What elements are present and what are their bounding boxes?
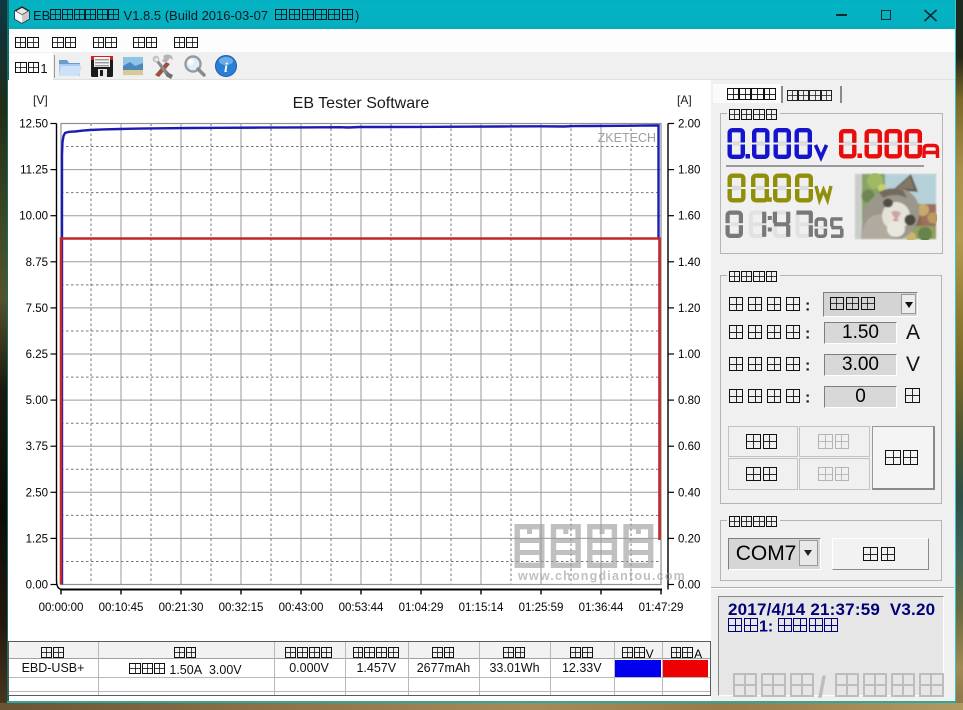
- svg-text:i: i: [224, 61, 228, 76]
- svg-text:01:04:29: 01:04:29: [399, 602, 444, 614]
- svg-text:EB Tester Software: EB Tester Software: [293, 95, 430, 112]
- svg-text:01:47:29: 01:47:29: [639, 602, 684, 614]
- svg-text:[A]: [A]: [677, 93, 692, 107]
- svg-text:7.50: 7.50: [26, 303, 48, 315]
- svg-text:01:36:44: 01:36:44: [579, 602, 624, 614]
- svg-text:6.25: 6.25: [26, 349, 48, 361]
- svg-text:0.60: 0.60: [678, 441, 700, 453]
- svg-text:0.40: 0.40: [678, 487, 700, 499]
- svg-text:01:25:59: 01:25:59: [519, 602, 564, 614]
- svg-text:01:15:14: 01:15:14: [459, 602, 504, 614]
- svg-text:1.60: 1.60: [678, 211, 700, 223]
- svg-text:1.20: 1.20: [678, 303, 700, 315]
- svg-text:5.00: 5.00: [26, 395, 48, 407]
- svg-text:0.20: 0.20: [678, 533, 700, 545]
- svg-text:[V]: [V]: [33, 93, 48, 107]
- svg-text:11.25: 11.25: [20, 165, 48, 177]
- svg-text:www.chongdiantou.com: www.chongdiantou.com: [517, 569, 686, 583]
- svg-text:1.25: 1.25: [26, 533, 48, 545]
- svg-text:00:43:00: 00:43:00: [279, 602, 324, 614]
- svg-text:0.00: 0.00: [26, 580, 48, 592]
- svg-text:ZKETECH: ZKETECH: [598, 131, 656, 145]
- svg-text:12.50: 12.50: [19, 119, 48, 131]
- svg-text:3.75: 3.75: [26, 441, 48, 453]
- svg-text:2.00: 2.00: [678, 119, 700, 131]
- svg-text:1.80: 1.80: [678, 165, 700, 177]
- svg-text:00:32:15: 00:32:15: [219, 602, 264, 614]
- svg-text:10.00: 10.00: [19, 211, 48, 223]
- svg-text:00:53:44: 00:53:44: [339, 602, 384, 614]
- svg-text:00:00:00: 00:00:00: [39, 602, 84, 614]
- svg-text:00:21:30: 00:21:30: [159, 602, 204, 614]
- svg-text:8.75: 8.75: [26, 257, 48, 269]
- svg-text:2.50: 2.50: [26, 487, 48, 499]
- svg-text:1.00: 1.00: [678, 349, 700, 361]
- svg-text:0.80: 0.80: [678, 395, 700, 407]
- svg-text:00:10:45: 00:10:45: [99, 602, 144, 614]
- svg-text:1.40: 1.40: [678, 257, 700, 269]
